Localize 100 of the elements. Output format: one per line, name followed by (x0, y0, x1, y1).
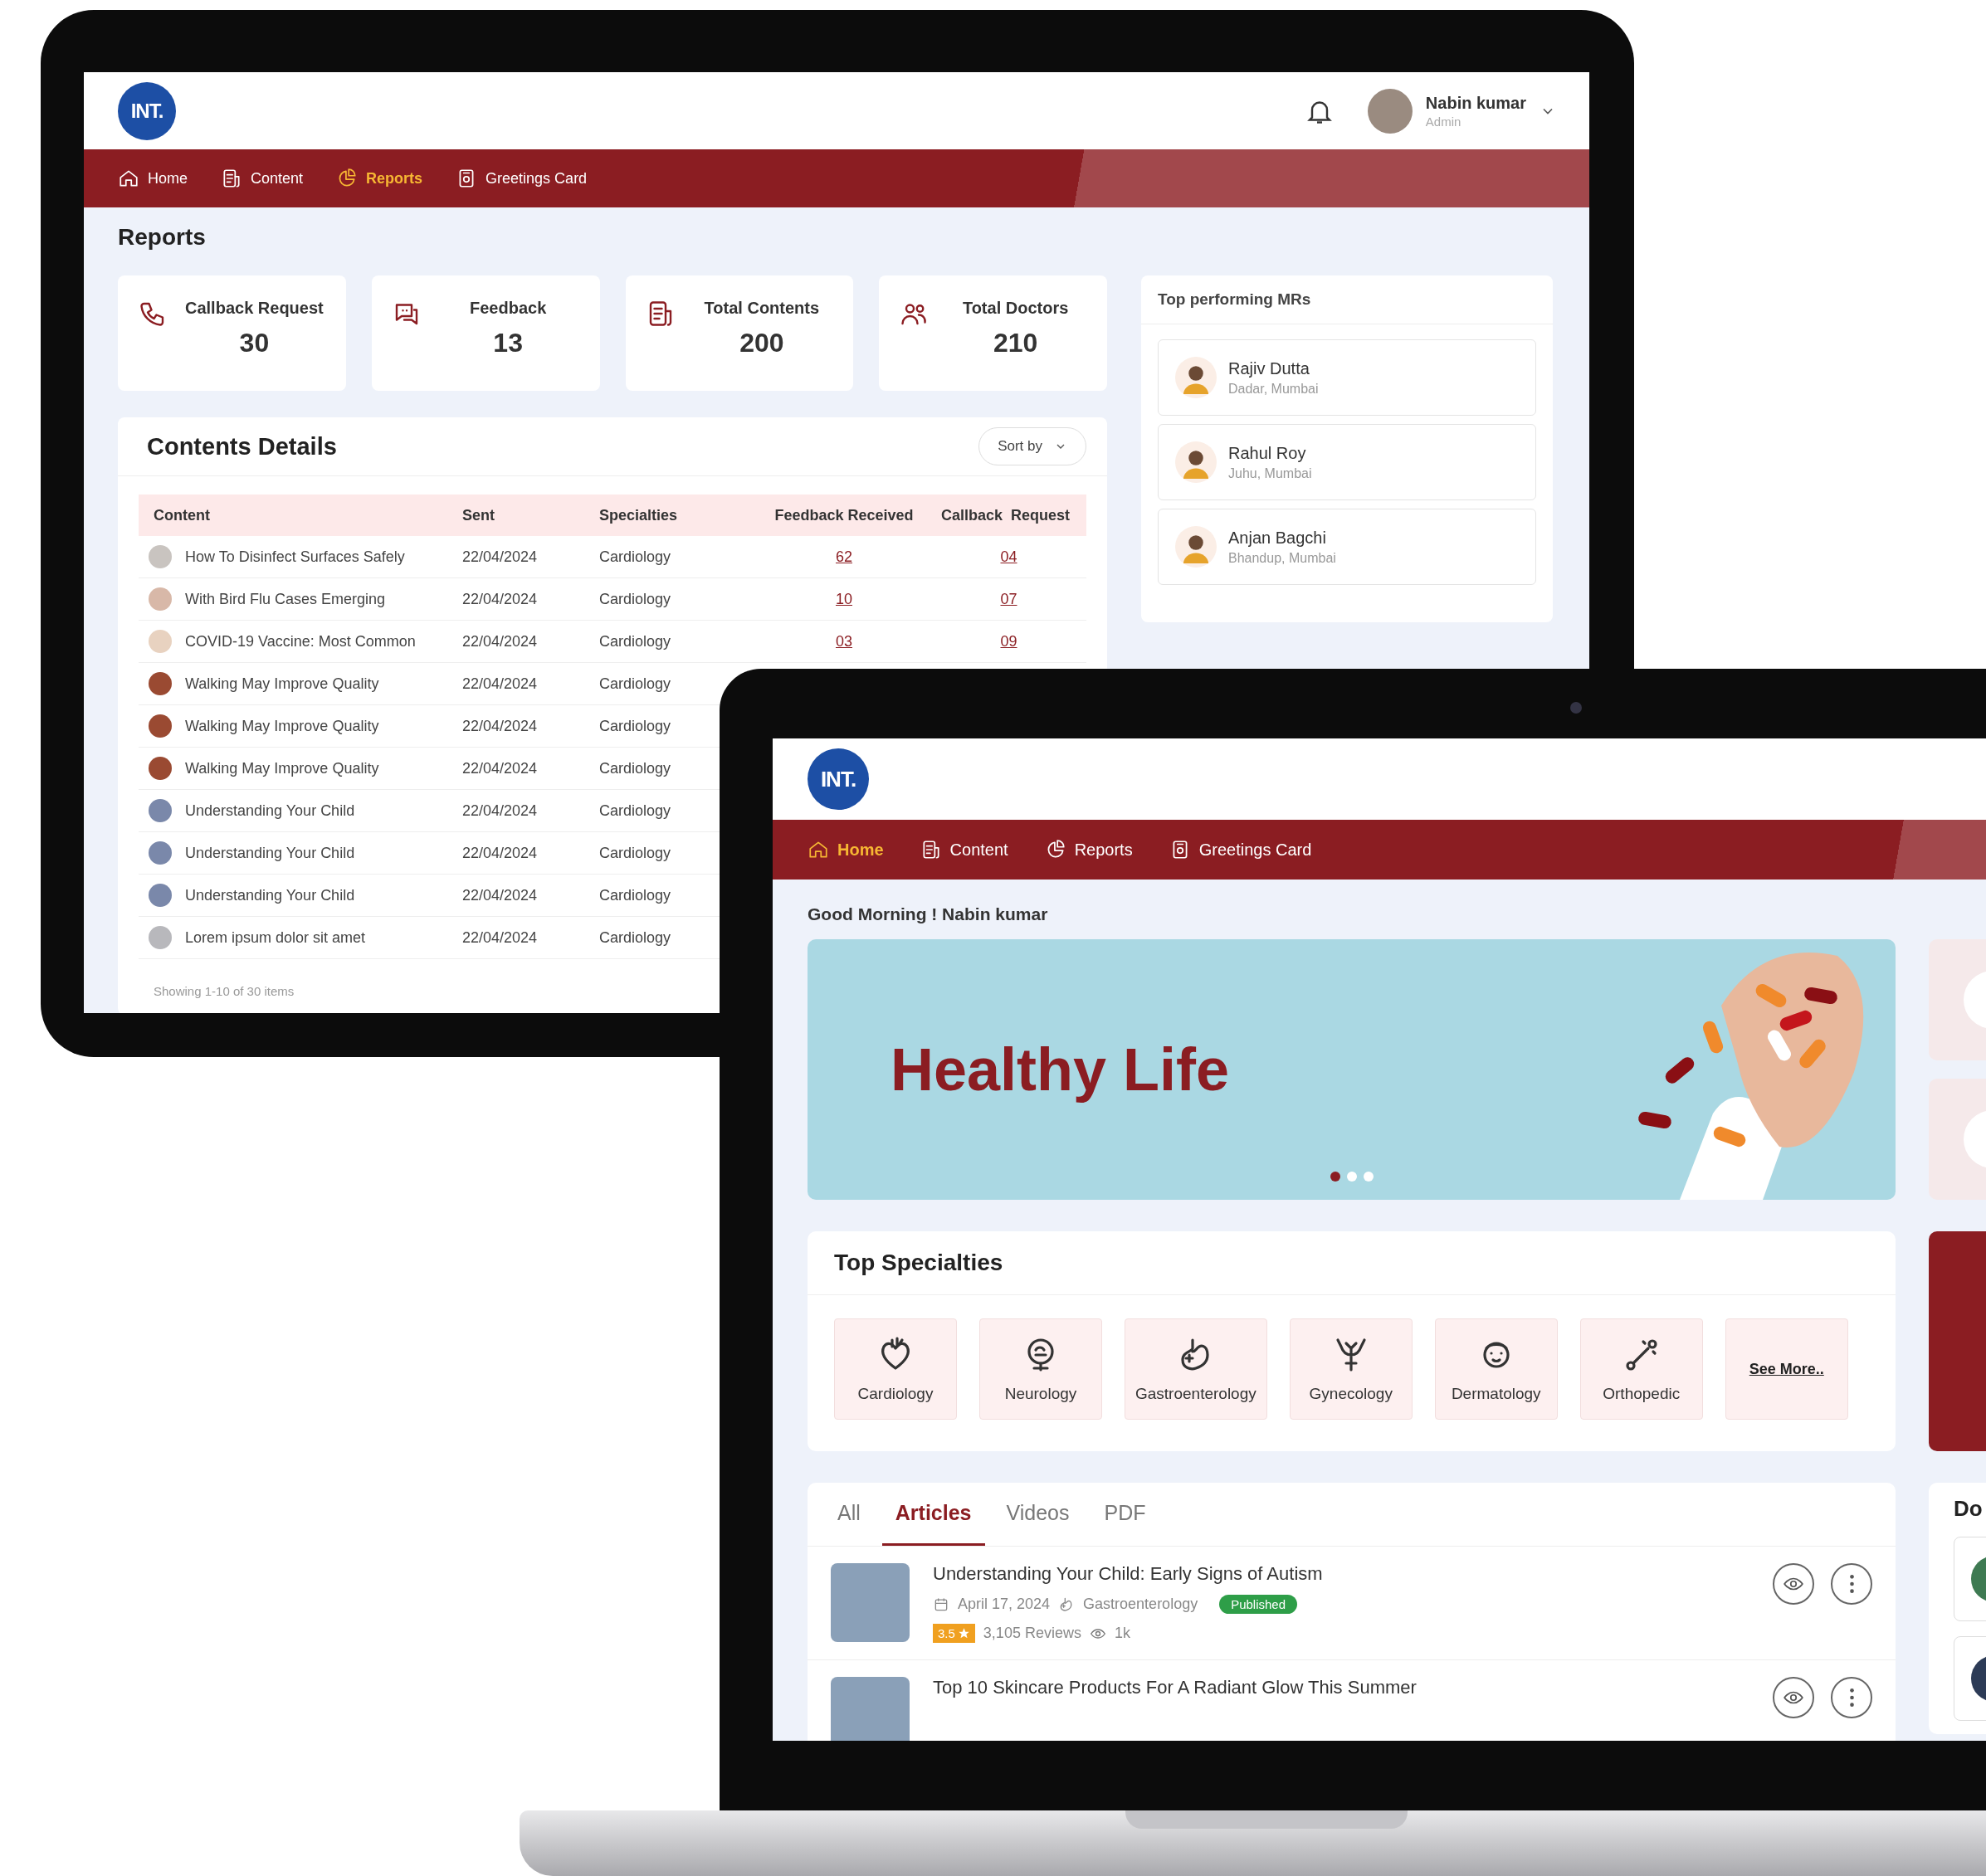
table-cell: 22/04/2024 (462, 759, 538, 777)
nav-link[interactable]: Content (221, 168, 304, 189)
camera-icon (1570, 702, 1582, 714)
table-cell: 22/04/2024 (462, 802, 538, 819)
column-header: Callback Request (939, 506, 1071, 524)
tab[interactable]: Videos (993, 1483, 1083, 1546)
more-icon (1849, 1688, 1854, 1707)
status-badge: Published (1219, 1595, 1298, 1614)
view-button[interactable] (1773, 1677, 1814, 1718)
view-count: 1k (1114, 1625, 1130, 1642)
specialty-card[interactable]: Dermatology (1434, 1318, 1558, 1420)
nav-link[interactable]: Greetings Card (456, 168, 588, 189)
mr-location: Dadar, Mumbai (1228, 381, 1319, 397)
stat-label: Total Contents (704, 299, 820, 318)
table-cell: Walking May Improve Quality (185, 717, 379, 735)
tab[interactable]: PDF (1091, 1483, 1159, 1546)
table-cell: Understanding Your Child (185, 802, 355, 820)
specialty-card[interactable]: Orthopedic (1579, 1318, 1703, 1420)
column-header: Content (154, 506, 211, 524)
table-cell: Understanding Your Child (185, 886, 355, 904)
user-name: Nabin kumar (1425, 93, 1526, 113)
specialty-card[interactable]: Cardiology (834, 1318, 957, 1420)
pagination-info: Showing 1-10 of 30 items (153, 984, 295, 998)
table-cell: 22/04/2024 (462, 590, 538, 607)
tab[interactable]: Articles (881, 1483, 985, 1546)
see-more-link[interactable]: See More.. (1749, 1360, 1824, 1378)
banner-title: Healthy Life (891, 1035, 1230, 1104)
table-cell: How To Disinfect Surfaces Safely (185, 548, 405, 566)
table-cell: With Bird Flu Cases Emerging (185, 590, 386, 608)
mr-name: Rajiv Dutta (1228, 358, 1310, 378)
table-cell: Cardiology (599, 632, 671, 650)
mr-card[interactable]: Anjan Bagchi Bhandup, Mumbai (1158, 509, 1536, 585)
mr-card[interactable]: Rahul Roy Juhu, Mumbai (1158, 424, 1536, 500)
article-date: April 17, 2024 (958, 1596, 1051, 1613)
carousel-dot[interactable] (1347, 1172, 1357, 1182)
specialty-label: Neurology (1004, 1385, 1077, 1403)
table-cell: Cardiology (599, 590, 671, 607)
nav-link[interactable]: Reports (336, 168, 423, 189)
article-specialty: Gastroenterology (1083, 1596, 1198, 1613)
table-link[interactable]: 62 (836, 548, 852, 565)
greeting-text: Good Morning ! Nabin kumar (808, 904, 1049, 924)
more-icon (1849, 1575, 1854, 1593)
table-cell: 22/04/2024 (462, 928, 538, 946)
star-icon (957, 1627, 970, 1640)
nav-link[interactable]: Home (118, 168, 188, 189)
column-header: Feedback Received (773, 506, 915, 524)
specialty-card[interactable]: Gastroenterology (1125, 1318, 1267, 1420)
column-header: Specialties (599, 506, 679, 524)
avatar-icon (1175, 526, 1217, 568)
table-cell: Cardiology (599, 548, 671, 565)
sort-dropdown[interactable]: Sort by (978, 427, 1086, 465)
table-cell: Cardiology (599, 844, 671, 861)
table-link[interactable]: 04 (1000, 548, 1017, 565)
user-role: Admin (1425, 114, 1462, 129)
carousel-dot[interactable] (1330, 1172, 1340, 1182)
mr-name: Rahul Roy (1228, 443, 1307, 463)
table-cell: 22/04/2024 (462, 548, 538, 565)
table-cell: 22/04/2024 (462, 717, 538, 734)
table-cell: Cardiology (599, 886, 671, 904)
nav-link[interactable]: Reports (1044, 839, 1133, 860)
specialty-label: Gastroenterology (1135, 1385, 1256, 1403)
table-cell: Understanding Your Child (185, 844, 355, 862)
avatar-icon (1175, 357, 1217, 398)
nav-link[interactable]: Home (808, 839, 884, 860)
mr-name: Anjan Bagchi (1228, 528, 1327, 548)
table-link[interactable]: 10 (836, 590, 852, 607)
panel-title: Top performing MRs (1141, 275, 1553, 324)
table-cell: 22/04/2024 (462, 632, 538, 650)
stat-value: 200 (739, 328, 784, 358)
specialty-card[interactable]: Gynecology (1289, 1318, 1413, 1420)
more-button[interactable] (1831, 1677, 1872, 1718)
table-cell: Walking May Improve Quality (185, 759, 379, 777)
nav-link[interactable]: Content (920, 839, 1008, 860)
tab[interactable]: All (824, 1483, 874, 1546)
view-button[interactable] (1773, 1563, 1814, 1605)
table-cell: Walking May Improve Quality (185, 675, 379, 693)
carousel-dot[interactable] (1364, 1172, 1374, 1182)
avatar-icon (1175, 441, 1217, 483)
page-title: Reports (118, 224, 207, 251)
table-cell: 22/04/2024 (462, 886, 538, 904)
more-button[interactable] (1831, 1563, 1872, 1605)
article-title[interactable]: Understanding Your Child: Early Signs of Autism (933, 1563, 1749, 1585)
nav-link[interactable]: Greetings Card (1169, 839, 1312, 860)
table-link[interactable]: 07 (1000, 590, 1017, 607)
review-count: 3,105 Reviews (983, 1625, 1081, 1642)
table-link[interactable]: 09 (1000, 632, 1017, 650)
table-cell: Lorem ipsum dolor sit amet (185, 928, 366, 947)
document-icon (221, 168, 242, 189)
specialty-card[interactable]: Neurology (979, 1318, 1102, 1420)
table-cell: Cardiology (599, 675, 671, 692)
specialty-label: Cardiology (857, 1385, 934, 1403)
stat-label: Total Doctors (962, 299, 1069, 318)
specialty-label: Dermatology (1451, 1385, 1541, 1403)
column-header: Sent (462, 506, 495, 524)
specialty-label: Gynecology (1309, 1385, 1393, 1403)
table-link[interactable]: 03 (836, 632, 852, 650)
table-cell: COVID-19 Vaccine: Most Common (185, 632, 416, 651)
article-title[interactable]: Top 10 Skincare Products For A Radiant Glow This Summer (933, 1677, 1749, 1698)
mr-card[interactable]: Rajiv Dutta Dadar, Mumbai (1158, 339, 1536, 416)
table-cell: Cardiology (599, 802, 671, 819)
